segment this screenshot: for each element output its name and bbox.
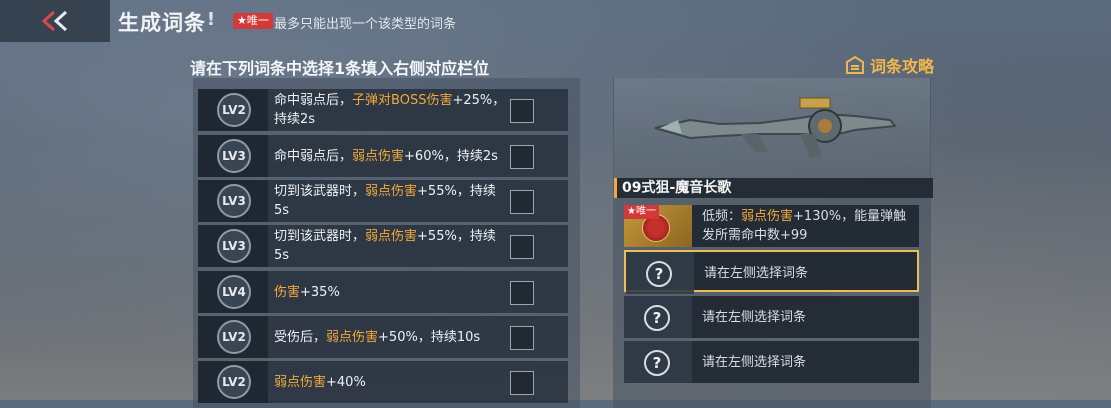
affix-text: 切到该武器时， <box>274 229 366 244</box>
level-cell: LV3 <box>198 225 268 267</box>
level-cell: LV2 <box>198 316 268 358</box>
select-checkbox[interactable] <box>510 371 534 395</box>
affix-row[interactable]: LV2 受伤后，弱点伤害+50%，持续10s <box>198 316 568 358</box>
affix-highlight: 弱点伤害 <box>365 229 418 244</box>
question-icon: ? <box>646 261 672 287</box>
select-checkbox[interactable] <box>510 190 534 214</box>
select-checkbox[interactable] <box>510 99 534 123</box>
question-icon: ? <box>644 350 670 376</box>
book-icon <box>846 55 864 74</box>
affix-row[interactable]: LV3 切到该武器时，弱点伤害+55%，持续5s <box>198 180 568 222</box>
back-button[interactable] <box>0 0 110 42</box>
affix-description: 命中弱点后，子弹对BOSS伤害+25%，持续2s <box>274 89 510 131</box>
level-badge: LV4 <box>217 275 251 309</box>
affix-row[interactable]: LV4 伤害+35% <box>198 271 568 313</box>
filled-slot-text: 低频： <box>702 209 742 224</box>
slot-icon-cell: ? <box>626 252 694 294</box>
double-chevron-left-icon <box>41 10 68 32</box>
level-cell: LV3 <box>198 135 268 177</box>
slot-placeholder-text: 请在左侧选择词条 <box>702 309 807 325</box>
slot-icon-cell: ? <box>624 296 692 338</box>
affix-text: 切到该武器时， <box>274 184 366 199</box>
select-checkbox[interactable] <box>510 145 534 169</box>
affix-text: +50%，持续10s <box>378 329 481 345</box>
level-badge: LV2 <box>217 320 251 354</box>
affix-description: 命中弱点后，弱点伤害+60%，持续2s <box>274 135 510 177</box>
filled-slot-highlight: 弱点伤害 <box>741 209 794 224</box>
affix-text: 命中弱点后， <box>274 93 353 108</box>
level-badge: LV2 <box>217 93 251 127</box>
affix-row[interactable]: LV3 命中弱点后，弱点伤害+60%，持续2s <box>198 135 568 177</box>
level-badge: LV3 <box>217 139 251 173</box>
unique-note: 最多只能出现一个该类型的词条 <box>274 17 457 32</box>
level-cell: LV2 <box>198 361 268 403</box>
affix-description: 伤害+35% <box>274 271 510 313</box>
level-cell: LV2 <box>198 89 268 131</box>
affix-text: 命中弱点后， <box>274 148 353 164</box>
level-cell: LV4 <box>198 271 268 313</box>
affix-slot-empty[interactable]: ? 请在左侧选择词条 <box>624 341 919 383</box>
affix-highlight: 弱点伤害 <box>326 329 379 345</box>
weapon-name: 09式狙-魔音长歌 <box>622 180 732 196</box>
affix-highlight: 弱点伤害 <box>352 148 405 164</box>
select-checkbox[interactable] <box>510 235 534 259</box>
page-title: 生成词条 <box>118 11 206 35</box>
select-checkbox[interactable] <box>510 326 534 350</box>
affix-description: 受伤后，弱点伤害+50%，持续10s <box>274 316 510 358</box>
affix-slot-empty[interactable]: ? 请在左侧选择词条 <box>624 296 919 338</box>
affix-text: 受伤后， <box>274 329 327 345</box>
level-badge: LV3 <box>217 229 251 263</box>
affix-text: +35% <box>300 284 340 300</box>
left-heading: 请在下列词条中选择1条填入右侧对应栏位 <box>190 59 490 78</box>
level-badge: LV3 <box>217 184 251 218</box>
affix-description: 切到该武器时，弱点伤害+55%，持续5s <box>274 180 510 222</box>
affix-highlight: 弱点伤害 <box>274 374 327 390</box>
affix-description: 弱点伤害+40% <box>274 361 510 403</box>
affix-text: +40% <box>326 374 366 390</box>
affix-row[interactable]: LV2 弱点伤害+40% <box>198 361 568 403</box>
select-checkbox[interactable] <box>510 281 534 305</box>
sniper-rifle-icon <box>654 97 897 158</box>
affix-row[interactable]: LV2 命中弱点后，子弹对BOSS伤害+25%，持续2s <box>198 89 568 131</box>
affix-slot-selected[interactable]: ? 请在左侧选择词条 <box>624 250 919 294</box>
question-icon: ? <box>644 305 670 331</box>
slot-placeholder-text: 请在左侧选择词条 <box>702 354 807 370</box>
filled-slot-text: 低频：弱点伤害+130%，能量弹触发所需命中数+99 <box>702 205 912 247</box>
slot-unique-badge: ★唯一 <box>624 205 659 219</box>
guide-label: 词条攻略 <box>870 57 935 76</box>
affix-highlight: 子弹对BOSS伤害 <box>352 93 453 108</box>
affix-highlight: 伤害 <box>274 284 301 300</box>
affix-description: 切到该武器时，弱点伤害+55%，持续5s <box>274 225 510 267</box>
affix-text: +60%，持续2s <box>404 148 498 164</box>
level-badge: LV2 <box>217 365 251 399</box>
level-cell: LV3 <box>198 180 268 222</box>
affix-slot-filled[interactable]: ★唯一 低频：弱点伤害+130%，能量弹触发所需命中数+99 <box>624 205 919 247</box>
slot-icon-cell: ? <box>624 341 692 383</box>
unique-badge: ★唯一 <box>233 13 273 29</box>
slot-icon-cell: ★唯一 <box>624 205 692 247</box>
slot-placeholder-text: 请在左侧选择词条 <box>704 265 809 281</box>
guide-link[interactable]: 词条攻略 <box>844 53 934 77</box>
info-icon[interactable]: ! <box>201 9 221 31</box>
affix-row[interactable]: LV3 切到该武器时，弱点伤害+55%，持续5s <box>198 225 568 267</box>
affix-highlight: 弱点伤害 <box>365 184 418 199</box>
